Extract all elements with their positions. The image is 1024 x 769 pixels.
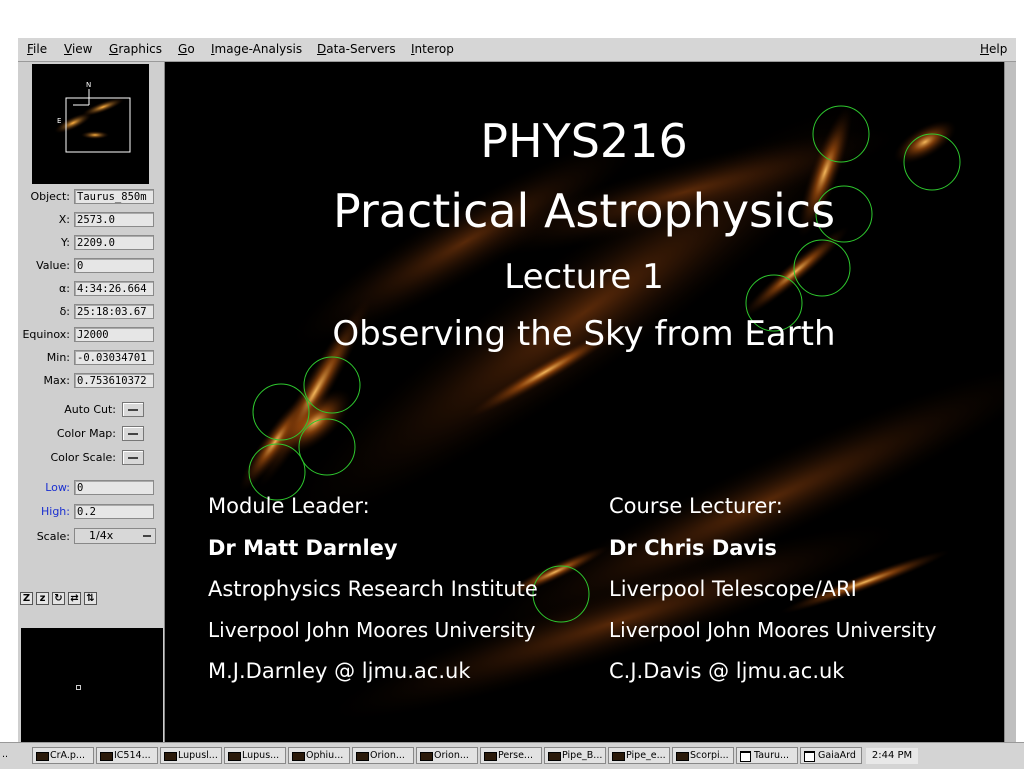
task-crap[interactable]: CrA.p... <box>32 747 94 764</box>
north-label: N <box>86 81 91 89</box>
task-orion-2[interactable]: Orion... <box>416 747 478 764</box>
menu-file[interactable]: File <box>27 42 47 56</box>
low-field[interactable]: 0 <box>74 480 154 495</box>
magnifier-view <box>21 628 163 742</box>
image-display[interactable]: PHYS216 Practical Astrophysics Lecture 1… <box>165 62 1003 742</box>
dec-label: δ: <box>59 305 70 318</box>
course-lecturer-name: Dr Chris Davis <box>609 536 777 560</box>
menu-data-servers[interactable]: Data-Servers <box>317 42 396 56</box>
menu-help[interactable]: Help <box>980 42 1007 56</box>
module-leader-email: M.J.Darnley @ ljmu.ac.uk <box>208 659 471 683</box>
color-map-menu-button[interactable] <box>122 426 144 441</box>
module-leader-institute: Astrophysics Research Institute <box>208 577 538 601</box>
module-leader-university: Liverpool John Moores University <box>208 618 536 642</box>
course-lecturer-email: C.J.Davis @ ljmu.ac.uk <box>609 659 845 683</box>
course-lecturer-heading: Course Lecturer: <box>609 494 783 518</box>
task-orion-1[interactable]: Orion... <box>352 747 414 764</box>
min-field[interactable]: -0.03034701 <box>74 350 154 365</box>
flip-y-icon[interactable]: ⇅ <box>84 592 97 605</box>
course-lecturer-institute: Liverpool Telescope/ARI <box>609 577 857 601</box>
gaia-window: File View Graphics Go Image-Analysis Dat… <box>18 38 1016 742</box>
y-label: Y: <box>61 236 70 249</box>
menu-graphics[interactable]: Graphics <box>109 42 162 56</box>
menu-bar: File View Graphics Go Image-Analysis Dat… <box>18 38 1016 62</box>
menu-view[interactable]: View <box>64 42 92 56</box>
slide-title: PHYS216 <box>480 114 688 168</box>
control-panel: N E Object: Taurus_850m X: 2573.0 Y: 220… <box>18 62 165 742</box>
color-map-label: Color Map: <box>56 427 116 440</box>
task-perse[interactable]: Perse... <box>480 747 542 764</box>
flip-x-icon[interactable]: ⇄ <box>68 592 81 605</box>
task-gaiaard[interactable]: GaiaArd <box>800 747 862 764</box>
ra-field[interactable]: 4:34:26.664 <box>74 281 154 296</box>
ra-label: α: <box>59 282 70 295</box>
scale-menu-button[interactable]: 1/4x <box>74 528 156 544</box>
high-field[interactable]: 0.2 <box>74 504 154 519</box>
task-pipe-b[interactable]: Pipe_B... <box>544 747 606 764</box>
taskbar: .. CrA.p... IC514... Lupusl... Lupus... … <box>0 742 1024 769</box>
zoom-out-icon[interactable]: z <box>36 592 49 605</box>
auto-cut-menu-button[interactable] <box>122 402 144 417</box>
equinox-field[interactable]: J2000 <box>74 327 154 342</box>
dec-field[interactable]: 25:18:03.67 <box>74 304 154 319</box>
zoom-in-icon[interactable]: Z <box>20 592 33 605</box>
menu-interop[interactable]: Interop <box>411 42 454 56</box>
x-field[interactable]: 2573.0 <box>74 212 154 227</box>
taskbar-clock: 2:44 PM <box>866 748 918 764</box>
task-lupusl[interactable]: Lupusl... <box>160 747 222 764</box>
task-lupus[interactable]: Lupus... <box>224 747 286 764</box>
east-label: E <box>57 117 61 125</box>
course-lecturer-university: Liverpool John Moores University <box>609 618 937 642</box>
object-field[interactable]: Taurus_850m <box>74 189 154 204</box>
max-field[interactable]: 0.753610372 <box>74 373 154 388</box>
module-leader-heading: Module Leader: <box>208 494 370 518</box>
slide-lecture-title: Observing the Sky from Earth <box>332 314 836 354</box>
task-ic514[interactable]: IC514... <box>96 747 158 764</box>
color-scale-label: Color Scale: <box>50 451 116 464</box>
vertical-scrollbar[interactable] <box>1004 62 1016 742</box>
min-label: Min: <box>46 351 70 364</box>
object-label: Object: <box>30 190 70 203</box>
module-leader-name: Dr Matt Darnley <box>208 536 398 560</box>
menu-image-analysis[interactable]: Image-Analysis <box>211 42 302 56</box>
task-tauru[interactable]: Tauru... <box>736 747 798 764</box>
panner-thumbnail[interactable]: N E <box>32 64 149 184</box>
max-label: Max: <box>43 374 70 387</box>
low-label: Low: <box>45 481 70 494</box>
task-ophiu[interactable]: Ophiu... <box>288 747 350 764</box>
menu-go[interactable]: Go <box>178 42 195 56</box>
equinox-label: Equinox: <box>22 328 70 341</box>
auto-cut-label: Auto Cut: <box>64 403 116 416</box>
value-label: Value: <box>36 259 70 272</box>
rotate-icon[interactable]: ↻ <box>52 592 65 605</box>
slide-lecture-number: Lecture 1 <box>504 257 664 297</box>
panner-image: N E <box>54 81 131 153</box>
scale-label: Scale: <box>36 530 70 543</box>
color-scale-menu-button[interactable] <box>122 450 144 465</box>
slide-course-title: Practical Astrophysics <box>332 184 836 238</box>
taskbar-overflow[interactable]: .. <box>0 747 30 764</box>
x-label: X: <box>58 213 70 226</box>
task-scorpi[interactable]: Scorpi... <box>672 747 734 764</box>
high-label: High: <box>41 505 70 518</box>
magnifier-cursor <box>76 685 81 690</box>
y-field[interactable]: 2209.0 <box>74 235 154 250</box>
task-pipe-e[interactable]: Pipe_e... <box>608 747 670 764</box>
value-field[interactable]: 0 <box>74 258 154 273</box>
